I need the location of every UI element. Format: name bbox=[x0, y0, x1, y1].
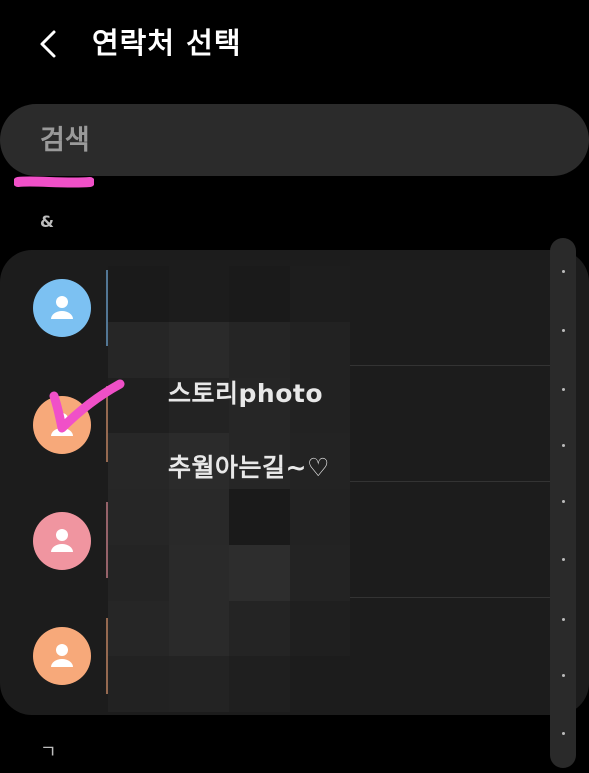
privacy-mosaic bbox=[108, 266, 350, 712]
index-dot bbox=[562, 329, 565, 332]
pink-scribble-mark bbox=[14, 176, 94, 188]
avatar bbox=[33, 627, 91, 685]
index-dot bbox=[562, 732, 565, 735]
search-input[interactable] bbox=[40, 104, 560, 176]
back-button[interactable] bbox=[28, 22, 72, 66]
index-dot bbox=[562, 674, 565, 677]
index-dot bbox=[562, 500, 565, 503]
index-dot bbox=[562, 444, 565, 447]
person-icon bbox=[33, 279, 91, 337]
pink-checkmark-mark bbox=[49, 379, 125, 433]
page-title: 연락처 선택 bbox=[92, 26, 242, 60]
avatar bbox=[33, 279, 91, 337]
index-dot bbox=[562, 388, 565, 391]
header: 연락처 선택 bbox=[0, 0, 589, 86]
index-dot bbox=[562, 618, 565, 621]
person-icon bbox=[33, 512, 91, 570]
section-header-ampersand: & bbox=[40, 212, 54, 231]
avatar bbox=[33, 512, 91, 570]
search-bar[interactable] bbox=[0, 104, 589, 176]
index-dot bbox=[562, 270, 565, 273]
overlay-text-line-1: 스토리photo bbox=[168, 379, 323, 408]
person-icon bbox=[33, 627, 91, 685]
chevron-left-icon bbox=[40, 30, 56, 58]
section-header-giyeok: ㄱ bbox=[40, 742, 57, 763]
overlay-text-line-2: 추월아는길~♡ bbox=[168, 453, 330, 482]
index-dot bbox=[562, 558, 565, 561]
index-scrollbar[interactable] bbox=[550, 238, 576, 768]
